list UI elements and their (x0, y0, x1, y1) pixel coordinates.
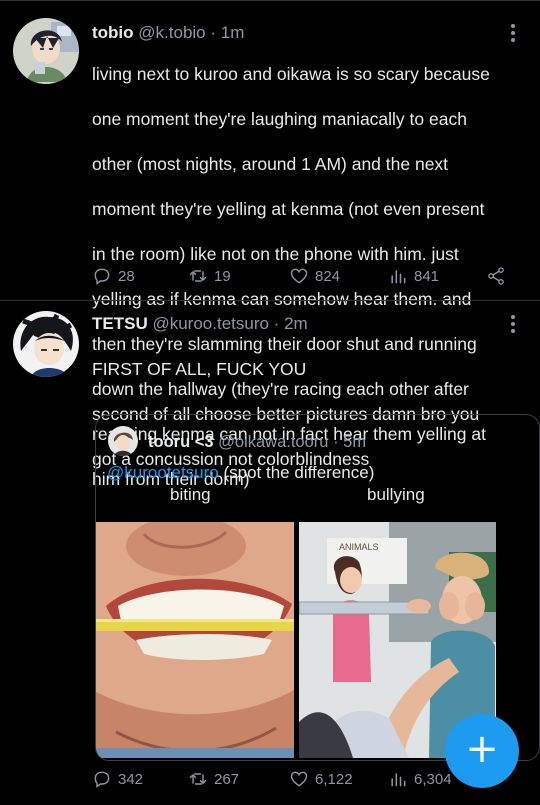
label-biting: biting (170, 485, 211, 504)
share-button[interactable] (486, 266, 512, 286)
display-name[interactable]: TETSU (92, 314, 148, 333)
views-button[interactable]: 841 (388, 266, 439, 286)
tweet-text-line: in the room) like not on the phone with … (92, 243, 459, 264)
avatar[interactable] (13, 18, 79, 84)
like-count: 6,122 (315, 770, 353, 788)
retweet-button[interactable]: 267 (188, 769, 239, 789)
timestamp[interactable]: · 2m (274, 314, 308, 333)
heart-icon (290, 771, 308, 787)
tweet-tobio[interactable]: tobio @k.tobio · 1m living next to kuroo… (0, 0, 540, 489)
like-button[interactable]: 824 (289, 266, 340, 286)
quoted-header: tooru <3 @oikawa.tooru · 5m (148, 431, 366, 453)
handle[interactable]: @kuroo.tetsuro (152, 314, 268, 333)
tweet-text-line: other (most nights, around 1 AM) and the… (92, 153, 449, 174)
reply-button[interactable]: 28 (92, 266, 135, 286)
quoted-timestamp[interactable]: · 5m (333, 433, 366, 451)
heart-icon (290, 268, 308, 284)
quoted-text-body: (spot the difference) (218, 463, 375, 482)
view-count: 841 (414, 267, 440, 285)
compose-plus-icon: + (465, 726, 499, 772)
reply-count: 28 (118, 267, 135, 285)
tweet-header: TETSU @kuroo.tetsuro · 2m (92, 313, 308, 335)
like-count: 824 (315, 267, 341, 285)
quoted-display-name[interactable]: tooru <3 (148, 433, 214, 451)
reply-count: 342 (118, 770, 144, 788)
quoted-text: @kurootetsuro (spot the difference) (107, 462, 374, 484)
retweet-icon (189, 270, 207, 282)
retweet-button[interactable]: 19 (188, 266, 231, 286)
quoted-avatar[interactable] (108, 426, 138, 456)
retweet-count: 267 (214, 770, 240, 788)
share-icon (488, 267, 504, 285)
tweet-text-line: FIRST OF ALL, FUCK YOU (92, 358, 307, 379)
retweet-count: 19 (214, 267, 231, 285)
avatar[interactable] (13, 311, 79, 377)
reply-icon (94, 771, 110, 788)
tweet-text-line: moment they're yelling at kenma (not eve… (92, 198, 485, 219)
tweet-text-line: one moment they're laughing maniacally t… (92, 108, 467, 129)
label-bullying: bullying (367, 485, 425, 504)
analytics-icon (391, 270, 406, 284)
image-teeth-biting-pencil[interactable] (96, 522, 294, 758)
reply-button[interactable]: 342 (92, 769, 143, 789)
mention-link[interactable]: @kurootetsuro (107, 463, 219, 482)
more-options-icon[interactable] (504, 313, 522, 335)
views-button[interactable]: 6,304 (388, 769, 452, 789)
tweet-actions: 28 19 824 841 (92, 266, 522, 290)
tweet-text-line: living next to kuroo and oikawa is so sc… (92, 63, 490, 84)
reply-icon (94, 268, 110, 285)
analytics-icon (391, 773, 406, 787)
quoted-tweet[interactable]: tooru <3 @oikawa.tooru · 5m @kurootetsur… (95, 414, 540, 761)
sign-text: ANIMALS (339, 542, 379, 552)
retweet-icon (189, 773, 207, 785)
like-button[interactable]: 6,122 (289, 769, 353, 789)
compose-button[interactable]: + (445, 714, 519, 788)
quoted-handle[interactable]: @oikawa.tooru (218, 433, 328, 451)
